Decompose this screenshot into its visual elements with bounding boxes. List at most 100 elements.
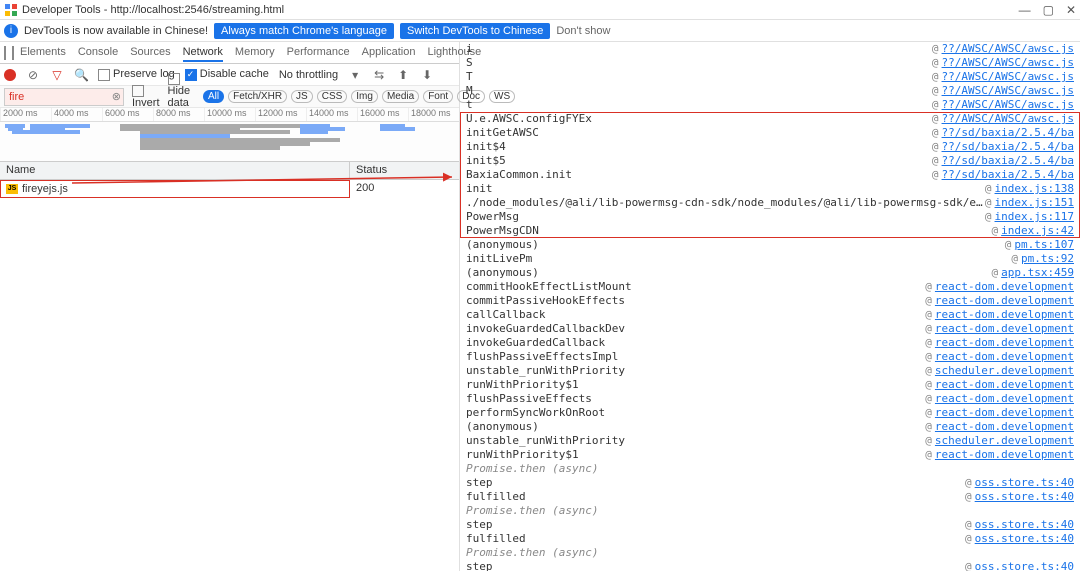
- stack-location[interactable]: react-dom.development: [935, 448, 1074, 462]
- stack-frame[interactable]: step@oss.store.ts:40: [460, 560, 1080, 571]
- filter-type-fetch-xhr[interactable]: Fetch/XHR: [228, 90, 287, 103]
- stack-location[interactable]: react-dom.development: [935, 378, 1074, 392]
- stack-location[interactable]: app.tsx:459: [1001, 266, 1074, 280]
- switch-language-button[interactable]: Switch DevTools to Chinese: [400, 23, 550, 39]
- stack-location[interactable]: react-dom.development: [935, 294, 1074, 308]
- stack-location[interactable]: ??/sd/baxia/2.5.4/ba: [942, 126, 1074, 140]
- inspect-icon[interactable]: [4, 46, 6, 60]
- stack-frame[interactable]: runWithPriority$1@react-dom.development: [460, 448, 1080, 462]
- stack-location[interactable]: pm.ts:92: [1021, 252, 1074, 266]
- stack-frame[interactable]: Promise.then (async): [460, 546, 1080, 560]
- stack-location[interactable]: index.js:117: [995, 210, 1074, 224]
- stack-frame[interactable]: runWithPriority$1@react-dom.development: [460, 378, 1080, 392]
- stack-location[interactable]: oss.store.ts:40: [975, 560, 1074, 571]
- preserve-log-checkbox[interactable]: Preserve log: [98, 68, 175, 80]
- stack-location[interactable]: ??/sd/baxia/2.5.4/ba: [942, 140, 1074, 154]
- stack-frame[interactable]: t@??/AWSC/AWSC/awsc.js: [460, 98, 1080, 112]
- stack-location[interactable]: oss.store.ts:40: [975, 476, 1074, 490]
- stack-frame[interactable]: step@oss.store.ts:40: [460, 476, 1080, 490]
- stack-frame[interactable]: commitPassiveHookEffects@react-dom.devel…: [460, 294, 1080, 308]
- stack-location[interactable]: oss.store.ts:40: [975, 518, 1074, 532]
- upload-icon[interactable]: ⬆: [396, 68, 410, 82]
- tab-memory[interactable]: Memory: [235, 44, 275, 62]
- record-icon[interactable]: [4, 69, 16, 81]
- stack-frame[interactable]: step@oss.store.ts:40: [460, 518, 1080, 532]
- stack-frame[interactable]: T@??/AWSC/AWSC/awsc.js: [460, 70, 1080, 84]
- match-language-button[interactable]: Always match Chrome's language: [214, 23, 394, 39]
- stack-location[interactable]: ??/AWSC/AWSC/awsc.js: [942, 84, 1074, 98]
- stack-location[interactable]: scheduler.development: [935, 364, 1074, 378]
- stack-frame[interactable]: init@index.js:138: [460, 182, 1080, 196]
- stack-location[interactable]: oss.store.ts:40: [975, 532, 1074, 546]
- stack-location[interactable]: ??/AWSC/AWSC/awsc.js: [942, 56, 1074, 70]
- stack-location[interactable]: scheduler.development: [935, 434, 1074, 448]
- stack-frame[interactable]: flushPassiveEffects@react-dom.developmen…: [460, 392, 1080, 406]
- stack-frame[interactable]: U.e.AWSC.configFYEx@??/AWSC/AWSC/awsc.js: [460, 112, 1080, 126]
- tab-application[interactable]: Application: [362, 44, 416, 62]
- tab-sources[interactable]: Sources: [130, 44, 170, 62]
- stack-frame[interactable]: commitHookEffectListMount@react-dom.deve…: [460, 280, 1080, 294]
- stack-frame[interactable]: M@??/AWSC/AWSC/awsc.js: [460, 84, 1080, 98]
- filter-type-img[interactable]: Img: [351, 90, 378, 103]
- stack-location[interactable]: index.js:151: [995, 196, 1074, 210]
- stack-location[interactable]: ??/AWSC/AWSC/awsc.js: [942, 112, 1074, 126]
- stack-location[interactable]: pm.ts:107: [1014, 238, 1074, 252]
- stack-location[interactable]: react-dom.development: [935, 322, 1074, 336]
- stack-location[interactable]: ??/AWSC/AWSC/awsc.js: [942, 98, 1074, 112]
- stack-frame[interactable]: i@??/AWSC/AWSC/awsc.js: [460, 42, 1080, 56]
- filter-type-media[interactable]: Media: [382, 90, 419, 103]
- stack-location[interactable]: ??/AWSC/AWSC/awsc.js: [942, 42, 1074, 56]
- stack-frame[interactable]: initGetAWSC@??/sd/baxia/2.5.4/ba: [460, 126, 1080, 140]
- stack-location[interactable]: ??/AWSC/AWSC/awsc.js: [942, 70, 1074, 84]
- stack-frame[interactable]: invokeGuardedCallbackDev@react-dom.devel…: [460, 322, 1080, 336]
- column-name-header[interactable]: Name: [0, 162, 350, 179]
- stack-frame[interactable]: (anonymous)@app.tsx:459: [460, 266, 1080, 280]
- stack-location[interactable]: react-dom.development: [935, 350, 1074, 364]
- stack-frame[interactable]: performSyncWorkOnRoot@react-dom.developm…: [460, 406, 1080, 420]
- clear-filter-icon[interactable]: ⊗: [112, 90, 121, 103]
- resource-row[interactable]: JSfireyejs.js200: [0, 180, 459, 198]
- stack-frame[interactable]: Promise.then (async): [460, 504, 1080, 518]
- stack-frame[interactable]: flushPassiveEffectsImpl@react-dom.develo…: [460, 350, 1080, 364]
- stack-frame[interactable]: initLivePm@pm.ts:92: [460, 252, 1080, 266]
- stack-location[interactable]: react-dom.development: [935, 280, 1074, 294]
- stack-frame[interactable]: (anonymous)@react-dom.development: [460, 420, 1080, 434]
- stack-frame[interactable]: callCallback@react-dom.development: [460, 308, 1080, 322]
- throttling-select[interactable]: No throttling: [279, 69, 338, 81]
- download-icon[interactable]: ⬇: [420, 68, 434, 82]
- stack-location[interactable]: react-dom.development: [935, 336, 1074, 350]
- stack-frame[interactable]: ./node_modules/@ali/lib-powermsg-cdn-sdk…: [460, 196, 1080, 210]
- chevron-down-icon[interactable]: ▾: [348, 68, 362, 82]
- stack-location[interactable]: index.js:42: [1001, 224, 1074, 238]
- disable-cache-checkbox[interactable]: Disable cache: [185, 68, 269, 80]
- stack-frame[interactable]: init$5@??/sd/baxia/2.5.4/ba: [460, 154, 1080, 168]
- wifi-icon[interactable]: ⇆: [372, 68, 386, 82]
- filter-type-css[interactable]: CSS: [317, 90, 348, 103]
- stack-frame[interactable]: fulfilled@oss.store.ts:40: [460, 532, 1080, 546]
- stack-frame[interactable]: PowerMsg@index.js:117: [460, 210, 1080, 224]
- stack-location[interactable]: react-dom.development: [935, 406, 1074, 420]
- stack-location[interactable]: react-dom.development: [935, 420, 1074, 434]
- stack-location[interactable]: ??/sd/baxia/2.5.4/ba: [942, 168, 1074, 182]
- tab-performance[interactable]: Performance: [287, 44, 350, 62]
- tab-console[interactable]: Console: [78, 44, 118, 62]
- stack-frame[interactable]: init$4@??/sd/baxia/2.5.4/ba: [460, 140, 1080, 154]
- filter-type-all[interactable]: All: [203, 90, 224, 103]
- stack-location[interactable]: ??/sd/baxia/2.5.4/ba: [942, 154, 1074, 168]
- filter-input[interactable]: [4, 88, 124, 106]
- close-icon[interactable]: ✕: [1066, 3, 1076, 17]
- stack-frame[interactable]: Promise.then (async): [460, 462, 1080, 476]
- filter-type-font[interactable]: Font: [423, 90, 453, 103]
- stack-frame[interactable]: PowerMsgCDN@index.js:42: [460, 224, 1080, 238]
- search-icon[interactable]: 🔍: [74, 68, 88, 82]
- network-timeline[interactable]: 2000 ms4000 ms6000 ms8000 ms10000 ms1200…: [0, 108, 459, 162]
- device-icon[interactable]: [12, 46, 14, 60]
- filter-type-js[interactable]: JS: [291, 90, 313, 103]
- stack-frame[interactable]: BaxiaCommon.init@??/sd/baxia/2.5.4/ba: [460, 168, 1080, 182]
- stack-frame[interactable]: invokeGuardedCallback@react-dom.developm…: [460, 336, 1080, 350]
- filter-icon[interactable]: ▽: [50, 68, 64, 82]
- stack-frame[interactable]: fulfilled@oss.store.ts:40: [460, 490, 1080, 504]
- invert-checkbox[interactable]: Invert: [132, 84, 160, 108]
- stack-frame[interactable]: S@??/AWSC/AWSC/awsc.js: [460, 56, 1080, 70]
- column-status-header[interactable]: Status: [350, 162, 459, 179]
